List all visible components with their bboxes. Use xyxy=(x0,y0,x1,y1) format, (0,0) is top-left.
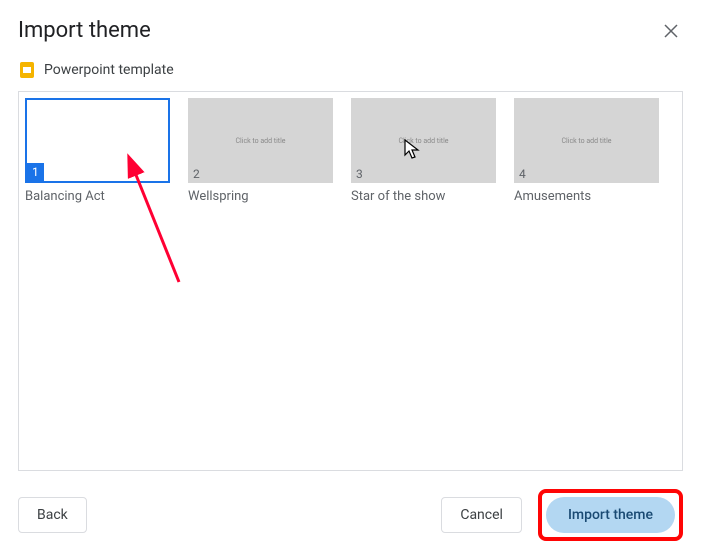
themes-container: 1 Balancing Act Click to add title 2 Wel… xyxy=(18,91,683,471)
back-button[interactable]: Back xyxy=(18,497,87,533)
import-theme-dialog: Import theme Powerpoint template 1 Balan… xyxy=(0,0,701,559)
import-theme-button[interactable]: Import theme xyxy=(546,497,675,533)
theme-name-label: Balancing Act xyxy=(25,189,170,204)
source-file-row: Powerpoint template xyxy=(18,61,683,91)
theme-number-badge: 4 xyxy=(514,165,531,183)
theme-number-badge: 1 xyxy=(27,163,44,181)
theme-item-1[interactable]: 1 Balancing Act xyxy=(25,98,170,204)
close-icon[interactable] xyxy=(659,19,683,43)
theme-name-label: Wellspring xyxy=(188,189,333,204)
source-filename: Powerpoint template xyxy=(44,62,174,78)
theme-number-badge: 3 xyxy=(351,165,368,183)
annotation-highlight: Import theme xyxy=(538,489,683,541)
thumb-placeholder-text: Click to add title xyxy=(399,137,449,145)
cancel-button[interactable]: Cancel xyxy=(441,497,522,533)
theme-item-2[interactable]: Click to add title 2 Wellspring xyxy=(188,98,333,204)
thumb-placeholder-text: Click to add title xyxy=(562,137,612,145)
dialog-header: Import theme xyxy=(18,18,683,61)
theme-thumbnail: 1 xyxy=(25,98,170,183)
footer-actions: Cancel Import theme xyxy=(441,489,683,541)
theme-thumbnail: Click to add title 4 xyxy=(514,98,659,183)
theme-thumbnail: Click to add title 2 xyxy=(188,98,333,183)
dialog-footer: Back Cancel Import theme xyxy=(18,471,683,559)
slides-file-icon xyxy=(18,61,36,79)
theme-item-3[interactable]: Click to add title 3 Star of the show xyxy=(351,98,496,204)
theme-number-badge: 2 xyxy=(188,165,205,183)
theme-name-label: Star of the show xyxy=(351,189,496,204)
themes-grid: 1 Balancing Act Click to add title 2 Wel… xyxy=(25,98,676,204)
thumb-placeholder-text: Click to add title xyxy=(236,137,286,145)
theme-item-4[interactable]: Click to add title 4 Amusements xyxy=(514,98,659,204)
dialog-title: Import theme xyxy=(18,18,151,43)
theme-thumbnail: Click to add title 3 xyxy=(351,98,496,183)
theme-name-label: Amusements xyxy=(514,189,659,204)
